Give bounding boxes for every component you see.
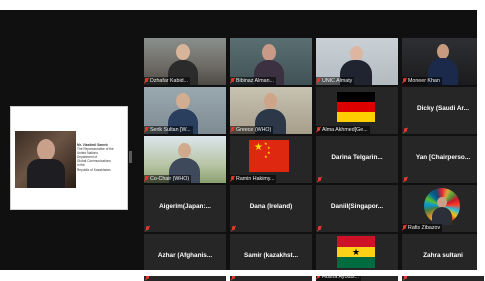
mic-muted-icon bbox=[404, 128, 407, 133]
participant-tile[interactable]: Bibinaz Alman... bbox=[230, 38, 312, 85]
participant-name-label: Ramin Hakimy... bbox=[230, 175, 277, 183]
speaker-head bbox=[37, 139, 55, 161]
mic-muted-icon bbox=[232, 226, 235, 231]
participant-tile[interactable]: Darina Telgarin... bbox=[316, 136, 398, 183]
speaker-photo bbox=[15, 131, 76, 188]
mic-muted-icon bbox=[145, 78, 148, 83]
china-flag-icon: ★ ★ ★ ★ ★ bbox=[249, 140, 289, 172]
participant-name-label: Co-Chair (WHO) bbox=[144, 175, 192, 183]
participant-name: Samir (kazakhst... bbox=[244, 252, 298, 259]
speaker-desc-line: Republic of Kazakhstan bbox=[77, 167, 111, 172]
mic-muted-icon bbox=[231, 127, 234, 132]
participant-name-label: Dzhafar Kabid... bbox=[144, 77, 190, 85]
participant-tile[interactable]: Aigerim(Japan:... bbox=[144, 185, 226, 232]
participant-name-label: Alma Akhmed[Ge... bbox=[316, 126, 370, 134]
mic-muted-icon bbox=[145, 127, 148, 132]
participant-tile[interactable]: Alma Akhmed[Ge... bbox=[316, 87, 398, 134]
participant-tile[interactable]: Dana (Ireland) bbox=[230, 185, 312, 232]
participant-tile[interactable]: Moneer Khan bbox=[402, 38, 484, 85]
speaker-body bbox=[27, 159, 65, 188]
participant-name: Darina Telgarin... bbox=[331, 154, 383, 161]
participant-tile[interactable]: Dzhafar Kabid... bbox=[144, 38, 226, 85]
participant-tile[interactable]: Serik Sultan [W... bbox=[144, 87, 226, 134]
participant-tile[interactable]: Co-Chair (WHO) bbox=[144, 136, 226, 183]
mic-muted-icon bbox=[318, 177, 321, 182]
participant-name-label: Moneer Khan bbox=[402, 77, 442, 85]
mic-muted-icon bbox=[145, 176, 148, 181]
participant-tile-active-speaker[interactable]: UNIC Almaty bbox=[316, 38, 398, 85]
participant-tile[interactable]: Greece (WHO) bbox=[230, 87, 312, 134]
participant-name: Zahra sultani bbox=[423, 252, 463, 259]
participant-name: Dicky (Saudi Ar... bbox=[417, 105, 469, 112]
split-view-handle[interactable] bbox=[129, 151, 132, 163]
shared-screen: Mr. Vlastimil Samek The Representative o… bbox=[10, 106, 128, 210]
mic-muted-icon bbox=[318, 226, 321, 231]
frame-border-right bbox=[477, 0, 485, 276]
participant-tile[interactable]: ★ ★ ★ ★ ★ Ramin Hakimy... bbox=[230, 136, 312, 183]
participant-name: Aigerim(Japan:... bbox=[159, 203, 211, 210]
mic-muted-icon bbox=[403, 225, 406, 230]
frame-border-bottom bbox=[0, 270, 485, 276]
speaker-caption: Mr. Vlastimil Samek The Representative o… bbox=[77, 143, 129, 172]
participant-tile[interactable]: Rafis Zibazov bbox=[402, 185, 484, 232]
participant-gallery: Dzhafar Kabid... Bibinaz Alman... UNIC A… bbox=[140, 36, 484, 281]
mic-muted-icon bbox=[404, 177, 407, 182]
germany-flag-icon bbox=[337, 92, 375, 122]
participant-tile[interactable]: Dicky (Saudi Ar... bbox=[402, 87, 484, 134]
mic-muted-icon bbox=[317, 78, 320, 83]
participant-name-label: Greece (WHO) bbox=[230, 126, 274, 134]
participant-name-label: Bibinaz Alman... bbox=[230, 77, 276, 85]
participant-name: Azhar (Afghanis... bbox=[157, 252, 213, 259]
participant-name-label: Rafis Zibazov bbox=[402, 224, 443, 232]
mic-muted-icon bbox=[231, 176, 234, 181]
participant-tile[interactable]: Daniil(Singapor... bbox=[316, 185, 398, 232]
participant-name-label: Serik Sultan [W... bbox=[144, 126, 193, 134]
participant-name: Dana (Ireland) bbox=[249, 203, 293, 210]
participant-name: Yan [Chairperso... bbox=[415, 154, 471, 161]
ghana-flag-icon: ★ bbox=[337, 236, 375, 268]
mic-muted-icon bbox=[317, 127, 320, 132]
frame-border-top bbox=[0, 0, 485, 10]
participant-name-label: UNIC Almaty bbox=[316, 77, 355, 85]
mic-muted-icon bbox=[231, 78, 234, 83]
participant-name: Daniil(Singapor... bbox=[330, 203, 384, 210]
mic-muted-icon bbox=[403, 78, 406, 83]
meeting-window: Mr. Vlastimil Samek The Representative o… bbox=[0, 0, 485, 281]
participant-tile[interactable]: Yan [Chairperso... bbox=[402, 136, 484, 183]
mic-muted-icon bbox=[146, 226, 149, 231]
